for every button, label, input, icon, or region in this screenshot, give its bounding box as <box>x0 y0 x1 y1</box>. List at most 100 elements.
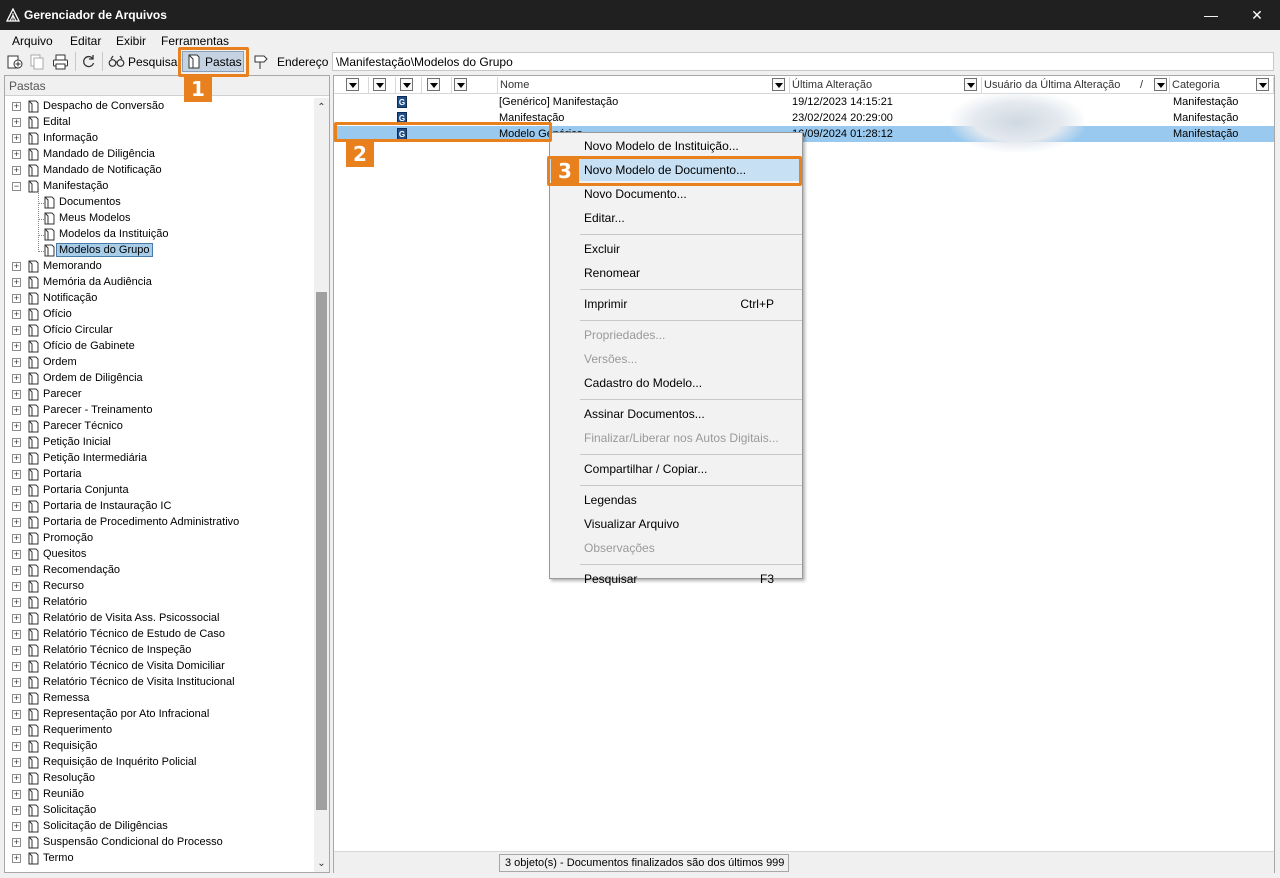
expand-toggle-icon[interactable]: + <box>12 822 21 831</box>
expand-toggle-icon[interactable]: + <box>12 742 21 751</box>
tree-item[interactable]: + Relatório Técnico de Estudo de Caso <box>5 627 313 643</box>
expand-toggle-icon[interactable]: + <box>12 582 21 591</box>
expand-toggle-icon[interactable]: + <box>12 486 21 495</box>
expand-toggle-icon[interactable]: + <box>12 598 21 607</box>
tree-item[interactable]: + Resolução <box>5 771 313 787</box>
expand-toggle-icon[interactable]: + <box>12 662 21 671</box>
expand-toggle-icon[interactable]: + <box>12 774 21 783</box>
tree-item[interactable]: + Portaria de Instauração IC <box>5 499 313 515</box>
context-menu-item[interactable]: Novo Modelo de Instituição... <box>550 135 802 157</box>
expand-toggle-icon[interactable]: + <box>12 310 21 319</box>
expand-toggle-icon[interactable]: + <box>12 406 21 415</box>
filter-dropdown-icon[interactable] <box>1256 78 1269 91</box>
tree-item[interactable]: + Suspensão Condicional do Processo <box>5 835 313 851</box>
context-menu-item[interactable]: Visualizar Arquivo <box>550 513 802 535</box>
filter-dropdown-icon[interactable] <box>454 78 467 91</box>
tree-item[interactable]: + Recurso <box>5 579 313 595</box>
filter-dropdown-icon[interactable] <box>1154 78 1167 91</box>
context-menu-item[interactable]: Imprimir Ctrl+P <box>550 293 802 315</box>
tree-item[interactable]: Modelos da Instituição <box>5 227 313 243</box>
tree-item[interactable]: + Requisição de Inquérito Policial <box>5 755 313 771</box>
tree-item[interactable]: + Memorando <box>5 259 313 275</box>
expand-toggle-icon[interactable]: + <box>12 614 21 623</box>
tree-item[interactable]: + Remessa <box>5 691 313 707</box>
column-header-category[interactable]: Categoria <box>1170 77 1274 93</box>
tree-item[interactable]: + Edital <box>5 115 313 131</box>
binoculars-icon[interactable] <box>108 53 125 70</box>
tree-item[interactable]: + Solicitação <box>5 803 313 819</box>
tree-item[interactable]: + Parecer <box>5 387 313 403</box>
tree-item[interactable]: + Mandado de Diligência <box>5 147 313 163</box>
tree-item[interactable]: + Ordem de Diligência <box>5 371 313 387</box>
expand-toggle-icon[interactable]: + <box>12 390 21 399</box>
tree-item[interactable]: + Parecer - Treinamento <box>5 403 313 419</box>
expand-toggle-icon[interactable]: + <box>12 342 21 351</box>
address-field[interactable]: \Manifestação\Modelos do Grupo <box>332 52 1274 71</box>
tree-item[interactable]: + Parecer Técnico <box>5 419 313 435</box>
tree-item[interactable]: + Requisição <box>5 739 313 755</box>
expand-toggle-icon[interactable]: + <box>12 838 21 847</box>
expand-toggle-icon[interactable]: + <box>12 550 21 559</box>
context-menu-item[interactable]: Excluir <box>550 238 802 260</box>
expand-toggle-icon[interactable]: + <box>12 758 21 767</box>
new-document-icon[interactable] <box>6 53 23 70</box>
tree-item[interactable]: + Relatório Técnico de Visita Institucion… <box>5 675 313 691</box>
scroll-thumb[interactable] <box>316 292 327 810</box>
context-menu-item[interactable]: Compartilhar / Copiar... <box>550 458 802 480</box>
tree-item[interactable]: + Ordem <box>5 355 313 371</box>
filter-dropdown-icon[interactable] <box>964 78 977 91</box>
scroll-down-icon[interactable]: ⌄ <box>314 858 329 872</box>
tree-item[interactable]: + Termo <box>5 851 313 867</box>
minimize-button[interactable]: — <box>1188 0 1234 30</box>
tree-item[interactable]: + Requerimento <box>5 723 313 739</box>
tree-item[interactable]: + Relatório <box>5 595 313 611</box>
column-filter[interactable] <box>369 77 396 93</box>
expand-toggle-icon[interactable]: + <box>12 518 21 527</box>
expand-toggle-icon[interactable]: + <box>12 710 21 719</box>
context-menu-item[interactable]: Editar... <box>550 207 802 229</box>
column-header-name[interactable]: Nome <box>498 77 790 93</box>
table-row[interactable]: G [Genérico] Manifestação 19/12/2023 14:… <box>334 94 1274 110</box>
filter-dropdown-icon[interactable] <box>373 78 386 91</box>
expand-toggle-icon[interactable]: + <box>12 566 21 575</box>
tree-item[interactable]: + Promoção <box>5 531 313 547</box>
scroll-up-icon[interactable]: ⌃ <box>314 102 329 116</box>
expand-toggle-icon[interactable]: + <box>12 150 21 159</box>
column-filter[interactable] <box>422 77 452 93</box>
expand-toggle-icon[interactable]: + <box>12 630 21 639</box>
tree-item[interactable]: + Petição Inicial <box>5 435 313 451</box>
expand-toggle-icon[interactable]: + <box>12 422 21 431</box>
expand-toggle-icon[interactable]: + <box>12 806 21 815</box>
tree-item[interactable]: + Ofício <box>5 307 313 323</box>
context-menu-item[interactable]: Legendas <box>550 489 802 511</box>
menu-arquivo[interactable]: Arquivo <box>12 34 53 48</box>
tree-item[interactable]: + Reunião <box>5 787 313 803</box>
expand-toggle-icon[interactable]: + <box>12 678 21 687</box>
expand-toggle-icon[interactable]: + <box>12 438 21 447</box>
close-button[interactable]: ✕ <box>1234 0 1280 30</box>
column-filter[interactable] <box>334 77 369 93</box>
filter-dropdown-icon[interactable] <box>400 78 413 91</box>
menu-ferramentas[interactable]: Ferramentas <box>161 34 229 48</box>
expand-toggle-icon[interactable]: + <box>12 854 21 863</box>
context-menu-item[interactable]: Cadastro do Modelo... <box>550 372 802 394</box>
context-menu-item[interactable]: Assinar Documentos... <box>550 403 802 425</box>
tree-scrollbar[interactable]: ⌃ ⌄ <box>314 98 329 872</box>
column-filter[interactable] <box>396 77 422 93</box>
refresh-icon[interactable] <box>80 53 97 70</box>
expand-toggle-icon[interactable]: + <box>12 790 21 799</box>
tree-item[interactable]: − Manifestação <box>5 179 313 195</box>
expand-toggle-icon[interactable]: + <box>12 470 21 479</box>
context-menu-item[interactable]: Novo Documento... <box>550 183 802 205</box>
column-header-last-modified[interactable]: Última Alteração <box>790 77 982 93</box>
column-header-last-user[interactable]: Usuário da Última Alteração / <box>982 77 1170 93</box>
expand-toggle-icon[interactable]: + <box>12 118 21 127</box>
tree-item[interactable]: + Informação <box>5 131 313 147</box>
tree-item[interactable]: + Recomendação <box>5 563 313 579</box>
menu-exibir[interactable]: Exibir <box>116 34 146 48</box>
tree-item[interactable]: + Relatório Técnico de Inspeção <box>5 643 313 659</box>
expand-toggle-icon[interactable]: + <box>12 102 21 111</box>
context-menu-item[interactable]: Renomear <box>550 262 802 284</box>
tree-item[interactable]: + Representação por Ato Infracional <box>5 707 313 723</box>
expand-toggle-icon[interactable]: + <box>12 374 21 383</box>
